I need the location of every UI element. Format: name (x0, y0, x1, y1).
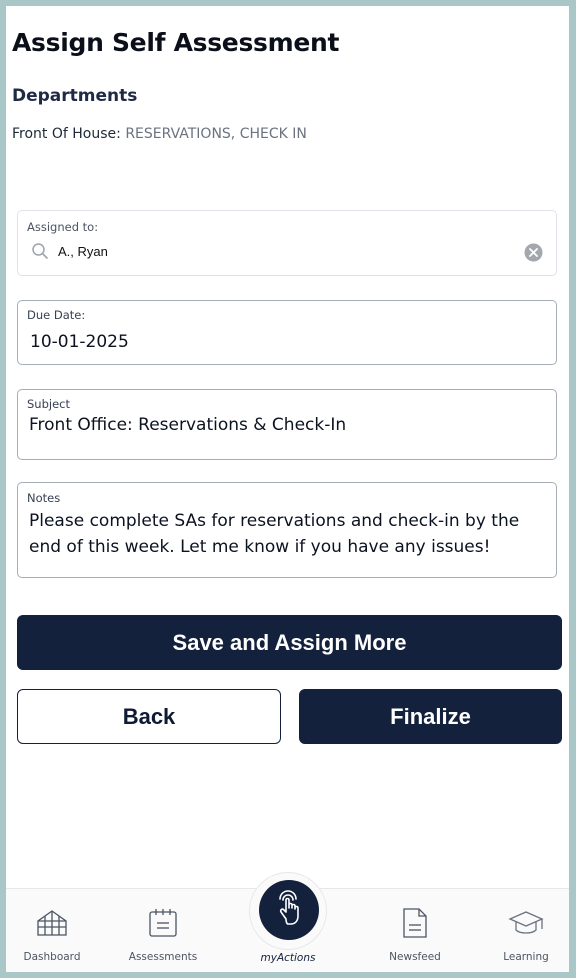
finalize-button[interactable]: Finalize (299, 689, 562, 744)
notes-field[interactable]: Notes Please complete SAs for reservatio… (17, 482, 557, 578)
department-value: RESERVATIONS, CHECK IN (125, 126, 307, 142)
nav-label-dashboard: Dashboard (23, 951, 81, 963)
back-button[interactable]: Back (17, 689, 281, 744)
nav-item-dashboard[interactable]: Dashboard (6, 889, 102, 972)
nav-label-newsfeed: Newsfeed (389, 951, 441, 963)
notes-label: Notes (27, 491, 61, 505)
department-label: Front Of House: (12, 126, 121, 142)
assigned-to-value: A., Ryan (58, 244, 108, 259)
nav-label-learning: Learning (503, 951, 549, 963)
nav-item-assessments[interactable]: Assessments (113, 889, 213, 972)
nav-label-myactions: myActions (260, 952, 316, 964)
due-date-label: Due Date: (27, 308, 86, 322)
notes-value: Please complete SAs for reservations and… (29, 511, 520, 557)
myactions-fab[interactable] (259, 880, 319, 940)
assigned-to-field[interactable]: Assigned to: A., Ryan (17, 210, 557, 276)
subject-label: Subject (27, 397, 70, 411)
nav-item-newsfeed[interactable]: Newsfeed (365, 889, 465, 972)
save-and-assign-more-button[interactable]: Save and Assign More (17, 615, 562, 670)
due-date-field[interactable]: Due Date: 10-01-2025 (17, 300, 557, 365)
assigned-to-label: Assigned to: (27, 220, 99, 234)
subject-value: Front Office: Reservations & Check-In (29, 415, 347, 435)
nav-label-assessments: Assessments (128, 951, 198, 963)
search-icon (31, 242, 49, 264)
departments-heading: Departments (12, 86, 138, 106)
subject-field[interactable]: Subject Front Office: Reservations & Che… (17, 389, 557, 460)
due-date-value: 10-01-2025 (30, 332, 129, 352)
clear-icon[interactable] (524, 243, 543, 266)
tap-hand-icon (272, 889, 306, 931)
app-screen: Assign Self Assessment Departments Front… (6, 6, 569, 972)
page-title: Assign Self Assessment (12, 28, 340, 57)
department-line: Front Of House: RESERVATIONS, CHECK IN (12, 126, 307, 142)
nav-item-learning[interactable]: Learning (476, 889, 569, 972)
